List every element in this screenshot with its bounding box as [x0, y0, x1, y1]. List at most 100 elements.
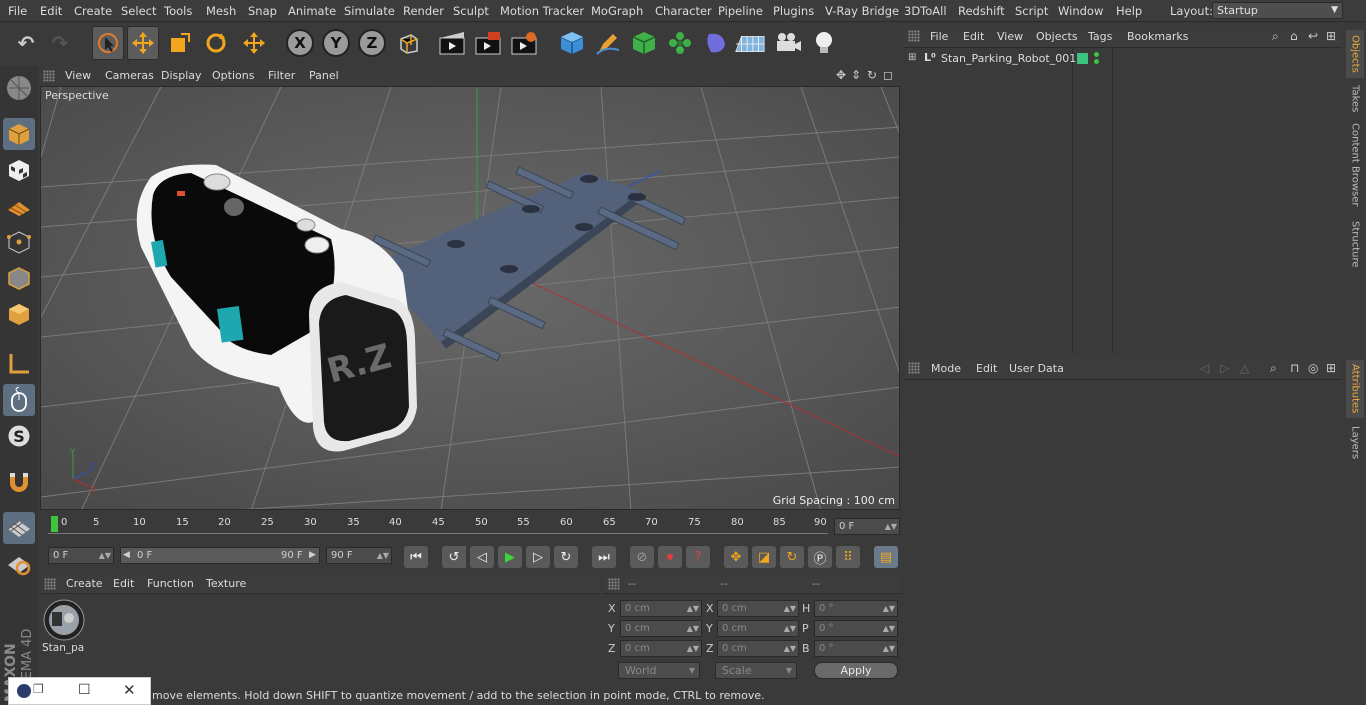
material-swatch[interactable]: Stan_pa	[42, 598, 86, 658]
timeline-window-icon[interactable]: ▤	[874, 546, 898, 568]
attributes-menu-edit[interactable]: Edit	[976, 362, 997, 375]
axis-mode-icon[interactable]	[3, 348, 35, 380]
render-view-icon[interactable]	[436, 26, 468, 60]
viewport-maximize-icon[interactable]: ◻	[883, 68, 893, 82]
panel-grip-icon[interactable]	[44, 578, 56, 590]
cinema4d-app-icon[interactable]	[17, 684, 31, 698]
search-icon[interactable]: ⌕	[1270, 361, 1277, 376]
menu-plugins[interactable]: Plugins	[773, 4, 814, 18]
panel-grip-icon[interactable]	[608, 578, 620, 590]
solo-mode-icon[interactable]	[3, 512, 35, 544]
coord-size-z-field[interactable]: 0 cm ▲▼	[717, 640, 799, 657]
live-selection-icon[interactable]	[92, 26, 124, 60]
undo-icon[interactable]: ↶	[10, 26, 42, 60]
rotate-icon[interactable]	[200, 26, 232, 60]
z-axis-icon[interactable]: Z	[356, 26, 388, 60]
move-icon[interactable]	[127, 26, 159, 60]
key-pla-icon[interactable]: ⠿	[836, 546, 860, 568]
coord-size-y-field[interactable]: 0 cm ▲▼	[717, 620, 799, 637]
coord-space-select[interactable]: World ▼	[618, 662, 700, 679]
viewport-menu-options[interactable]: Options	[212, 69, 254, 82]
menu-create[interactable]: Create	[74, 4, 112, 18]
menu-simulate[interactable]: Simulate	[344, 4, 395, 18]
range-right-arrow-icon[interactable]: ▶	[309, 548, 316, 563]
menu-motion-tracker[interactable]: Motion Tracker	[500, 4, 584, 18]
recent-tool-icon[interactable]	[238, 26, 270, 60]
keyframe-selection-icon[interactable]: ?	[686, 546, 710, 568]
key-scale-icon[interactable]: ◪	[752, 546, 776, 568]
menu-mograph[interactable]: MoGraph	[591, 4, 643, 18]
redo-icon[interactable]: ↷	[44, 26, 76, 60]
play-icon[interactable]: ▶	[498, 546, 522, 568]
menu-render[interactable]: Render	[403, 4, 444, 18]
search-icon[interactable]: ⌕	[1272, 29, 1279, 44]
expand-icon[interactable]: ⊞	[908, 52, 916, 63]
tab-structure[interactable]: Structure	[1346, 216, 1364, 272]
new-view-icon[interactable]: ⊞	[1326, 361, 1336, 375]
viewport-menu-view[interactable]: View	[65, 69, 91, 82]
go-to-start-icon[interactable]: ⏮	[404, 546, 428, 568]
timeline-playhead[interactable]	[51, 516, 58, 532]
tweak-mode-icon[interactable]	[3, 384, 35, 416]
key-position-icon[interactable]: ✥	[724, 546, 748, 568]
coord-rot-p-field[interactable]: 0 ° ▲▼	[814, 620, 898, 637]
tab-objects[interactable]: Objects	[1346, 30, 1364, 78]
home-icon[interactable]: ⌂	[1290, 29, 1298, 43]
material-menu-create[interactable]: Create	[66, 577, 103, 590]
menu-sculpt[interactable]: Sculpt	[453, 4, 489, 18]
coord-pos-x-field[interactable]: 0 cm ▲▼	[620, 600, 702, 617]
menu-help[interactable]: Help	[1116, 4, 1142, 18]
menu-edit[interactable]: Edit	[40, 4, 62, 18]
texture-mode-icon[interactable]	[3, 154, 35, 186]
layer-color-icon[interactable]	[1077, 53, 1088, 64]
viewport-rotate-icon[interactable]: ↻	[867, 68, 877, 82]
range-left-arrow-icon[interactable]: ◀	[123, 548, 130, 563]
target-icon[interactable]: ◎	[1308, 361, 1318, 375]
panel-grip-icon[interactable]	[43, 70, 55, 82]
arrow-right-icon[interactable]: ▷	[1220, 361, 1229, 375]
viewport-menu-display[interactable]: Display	[161, 69, 202, 82]
deformer-icon[interactable]	[700, 26, 732, 60]
tab-content-browser[interactable]: Content Browser	[1346, 122, 1364, 208]
menu-vray-bridge[interactable]: V-Ray Bridge	[825, 4, 899, 18]
attributes-menu-user-data[interactable]: User Data	[1009, 362, 1064, 375]
panel-grip-icon[interactable]	[908, 362, 920, 374]
objects-menu-view[interactable]: View	[997, 30, 1023, 43]
material-menu-function[interactable]: Function	[147, 577, 194, 590]
maximize-icon[interactable]: ☐	[78, 682, 91, 698]
x-axis-icon[interactable]: X	[284, 26, 316, 60]
key-rotation-icon[interactable]: ↻	[780, 546, 804, 568]
light-icon[interactable]	[808, 26, 840, 60]
back-icon[interactable]: ↩	[1308, 29, 1318, 43]
viewport-dolly-icon[interactable]: ⇕	[851, 68, 861, 82]
layout-select[interactable]: Startup ▼	[1212, 2, 1343, 19]
editor-visibility-icon[interactable]	[1094, 52, 1099, 57]
edges-mode-icon[interactable]	[3, 262, 35, 294]
tab-attributes[interactable]: Attributes	[1346, 360, 1364, 418]
next-key-icon[interactable]: ↻	[554, 546, 578, 568]
menu-redshift[interactable]: Redshift	[958, 4, 1005, 18]
floor-icon[interactable]	[734, 26, 766, 60]
menu-animate[interactable]: Animate	[288, 4, 336, 18]
current-frame-field[interactable]: 0 F ▲▼	[834, 518, 900, 535]
make-editable-icon[interactable]	[3, 72, 35, 104]
viewport-menu-panel[interactable]: Panel	[309, 69, 339, 82]
menu-pipeline[interactable]: Pipeline	[718, 4, 763, 18]
objects-menu-edit[interactable]: Edit	[963, 30, 984, 43]
coord-rot-h-field[interactable]: 0 ° ▲▼	[814, 600, 898, 617]
cube-icon[interactable]	[556, 26, 588, 60]
tab-layers[interactable]: Layers	[1346, 424, 1364, 462]
objects-menu-file[interactable]: File	[930, 30, 948, 43]
new-view-icon[interactable]: ⊞	[1326, 29, 1336, 43]
pen-icon[interactable]	[592, 26, 624, 60]
lock-icon[interactable]: ⊓	[1290, 361, 1299, 375]
previous-frame-icon[interactable]: ◁	[470, 546, 494, 568]
material-menu-texture[interactable]: Texture	[206, 577, 246, 590]
next-frame-icon[interactable]: ▷	[526, 546, 550, 568]
menu-select[interactable]: Select	[121, 4, 156, 18]
panel-grip-icon[interactable]	[908, 30, 920, 42]
viewport-menu-filter[interactable]: Filter	[268, 69, 295, 82]
perspective-viewport[interactable]: R.Z Y Z X Perspective Grid Spacing : 100…	[40, 86, 900, 510]
timeline-ruler[interactable]: 0 5 10 15 20 25 30 35 40 45 50 55 60 65 …	[48, 516, 828, 534]
objects-menu-objects[interactable]: Objects	[1036, 30, 1078, 43]
